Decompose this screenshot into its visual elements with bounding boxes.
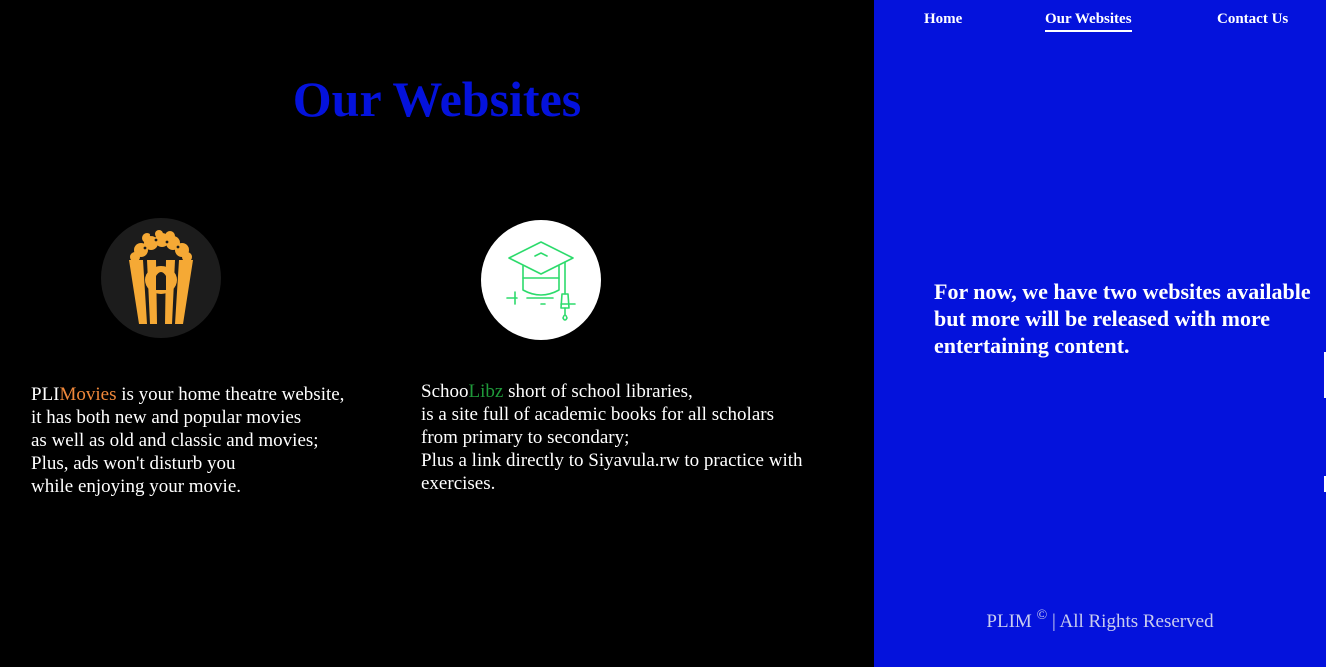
side-panel: Home Our Websites Contact Us For now, we…	[874, 0, 1326, 667]
schoolibz-name-accent[interactable]: Libz	[469, 381, 504, 402]
plimovies-description: PLIMovies is your home theatre website, …	[31, 383, 411, 498]
graduation-cap-icon	[506, 241, 576, 321]
schoolibz-line-4: Plus a link directly to Siyavula.rw to p…	[421, 450, 803, 471]
copyright-icon: ©	[1036, 608, 1048, 623]
plimovies-line-1: PLIMovies is your home theatre website,	[31, 383, 411, 406]
schoolibz-description: SchooLibz short of school libraries, is …	[421, 380, 861, 495]
side-blurb: For now, we have two websites available …	[934, 279, 1311, 358]
site-card-schoolibz: SchooLibz short of school libraries, is …	[421, 220, 861, 495]
plimovies-line-1-text: is your home theatre website,	[116, 384, 345, 405]
plimovies-line-5: while enjoying your movie.	[31, 476, 242, 497]
plimovies-name-prefix: PLI	[31, 384, 60, 405]
plimovies-logo[interactable]	[101, 218, 221, 338]
popcorn-icon	[129, 230, 193, 324]
top-nav: Home Our Websites Contact Us	[874, 10, 1326, 34]
main-content: Our Websites PLIMovies is your home thea…	[0, 0, 874, 667]
schoolibz-name-prefix: Schoo	[421, 381, 469, 402]
site-card-plimovies: PLIMovies is your home theatre website, …	[31, 218, 411, 498]
schoolibz-line-5: exercises.	[421, 473, 496, 494]
nav-link-contact-us[interactable]: Contact Us	[1217, 10, 1288, 30]
plimovies-line-2: it has both new and popular movies	[31, 407, 302, 428]
nav-link-home[interactable]: Home	[924, 10, 962, 30]
plimovies-line-4: Plus, ads won't disturb you	[31, 453, 236, 474]
plimovies-name-accent[interactable]: Movies	[60, 384, 117, 405]
nav-link-our-websites[interactable]: Our Websites	[1045, 10, 1132, 32]
plimovies-line-3: as well as old and classic and movies;	[31, 430, 319, 451]
schoolibz-logo[interactable]	[481, 220, 601, 340]
schoolibz-line-3: from primary to secondary;	[421, 427, 630, 448]
schoolibz-line-1-text: short of school libraries,	[503, 381, 693, 402]
schoolibz-line-1: SchooLibz short of school libraries,	[421, 380, 861, 403]
page: Our Websites PLIMovies is your home thea…	[0, 0, 1326, 667]
schoolibz-line-2: is a site full of academic books for all…	[421, 404, 774, 425]
page-title: Our Websites	[292, 71, 582, 127]
footer-rights: | All Rights Reserved	[1051, 611, 1214, 632]
footer: PLIM © | All Rights Reserved	[874, 608, 1326, 634]
footer-brand: PLIM	[986, 611, 1032, 632]
